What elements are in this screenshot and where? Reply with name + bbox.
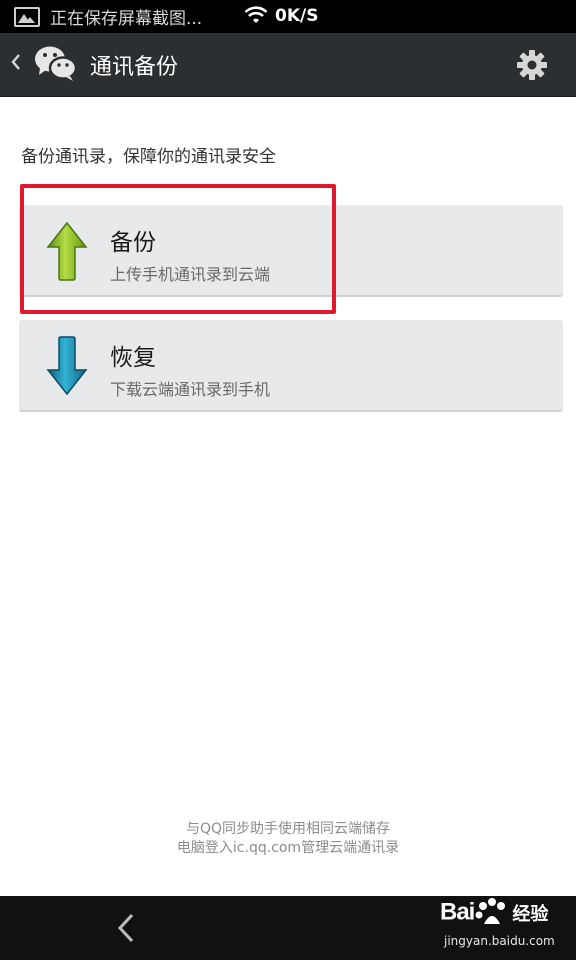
restore-title: 恢复: [110, 345, 156, 371]
footer-info: 与QQ同步助手使用相同云端储存 电脑登入ic.qq.com管理云端通讯录: [0, 820, 576, 858]
footer-line-2: 电脑登入ic.qq.com管理云端通讯录: [176, 840, 400, 856]
baidu-watermark: Bai 经验 jingyan.baidu.com: [440, 898, 555, 948]
watermark-jingyan: 经验: [512, 903, 549, 925]
nav-back-icon[interactable]: [114, 912, 138, 948]
download-arrow-icon: [46, 336, 88, 400]
footer-line-1: 与QQ同步助手使用相同云端储存: [185, 821, 391, 837]
settings-gear-icon[interactable]: [516, 49, 548, 85]
restore-subtitle: 下载云端通讯录到手机: [110, 380, 271, 399]
action-bar: 通讯备份: [0, 33, 576, 97]
back-chevron-icon[interactable]: [10, 51, 22, 79]
status-bar: 正在保存屏幕截图... 0K/S: [0, 0, 576, 33]
watermark-brand: Bai: [440, 898, 475, 926]
restore-button[interactable]: 恢复 下载云端通讯录到手机: [19, 320, 563, 412]
watermark-url: jingyan.baidu.com: [444, 934, 555, 948]
network-speed: 0K/S: [275, 6, 319, 26]
status-saving-text: 正在保存屏幕截图...: [50, 9, 203, 29]
highlight-frame: [20, 184, 336, 314]
page-title: 通讯备份: [90, 55, 179, 80]
backup-description: 备份通讯录，保障你的通讯录安全: [21, 147, 276, 167]
wechat-logo-icon[interactable]: [34, 45, 78, 87]
screenshot-image-icon: [14, 6, 40, 27]
baidu-paw-icon: [474, 898, 510, 932]
wifi-icon: [244, 6, 268, 23]
